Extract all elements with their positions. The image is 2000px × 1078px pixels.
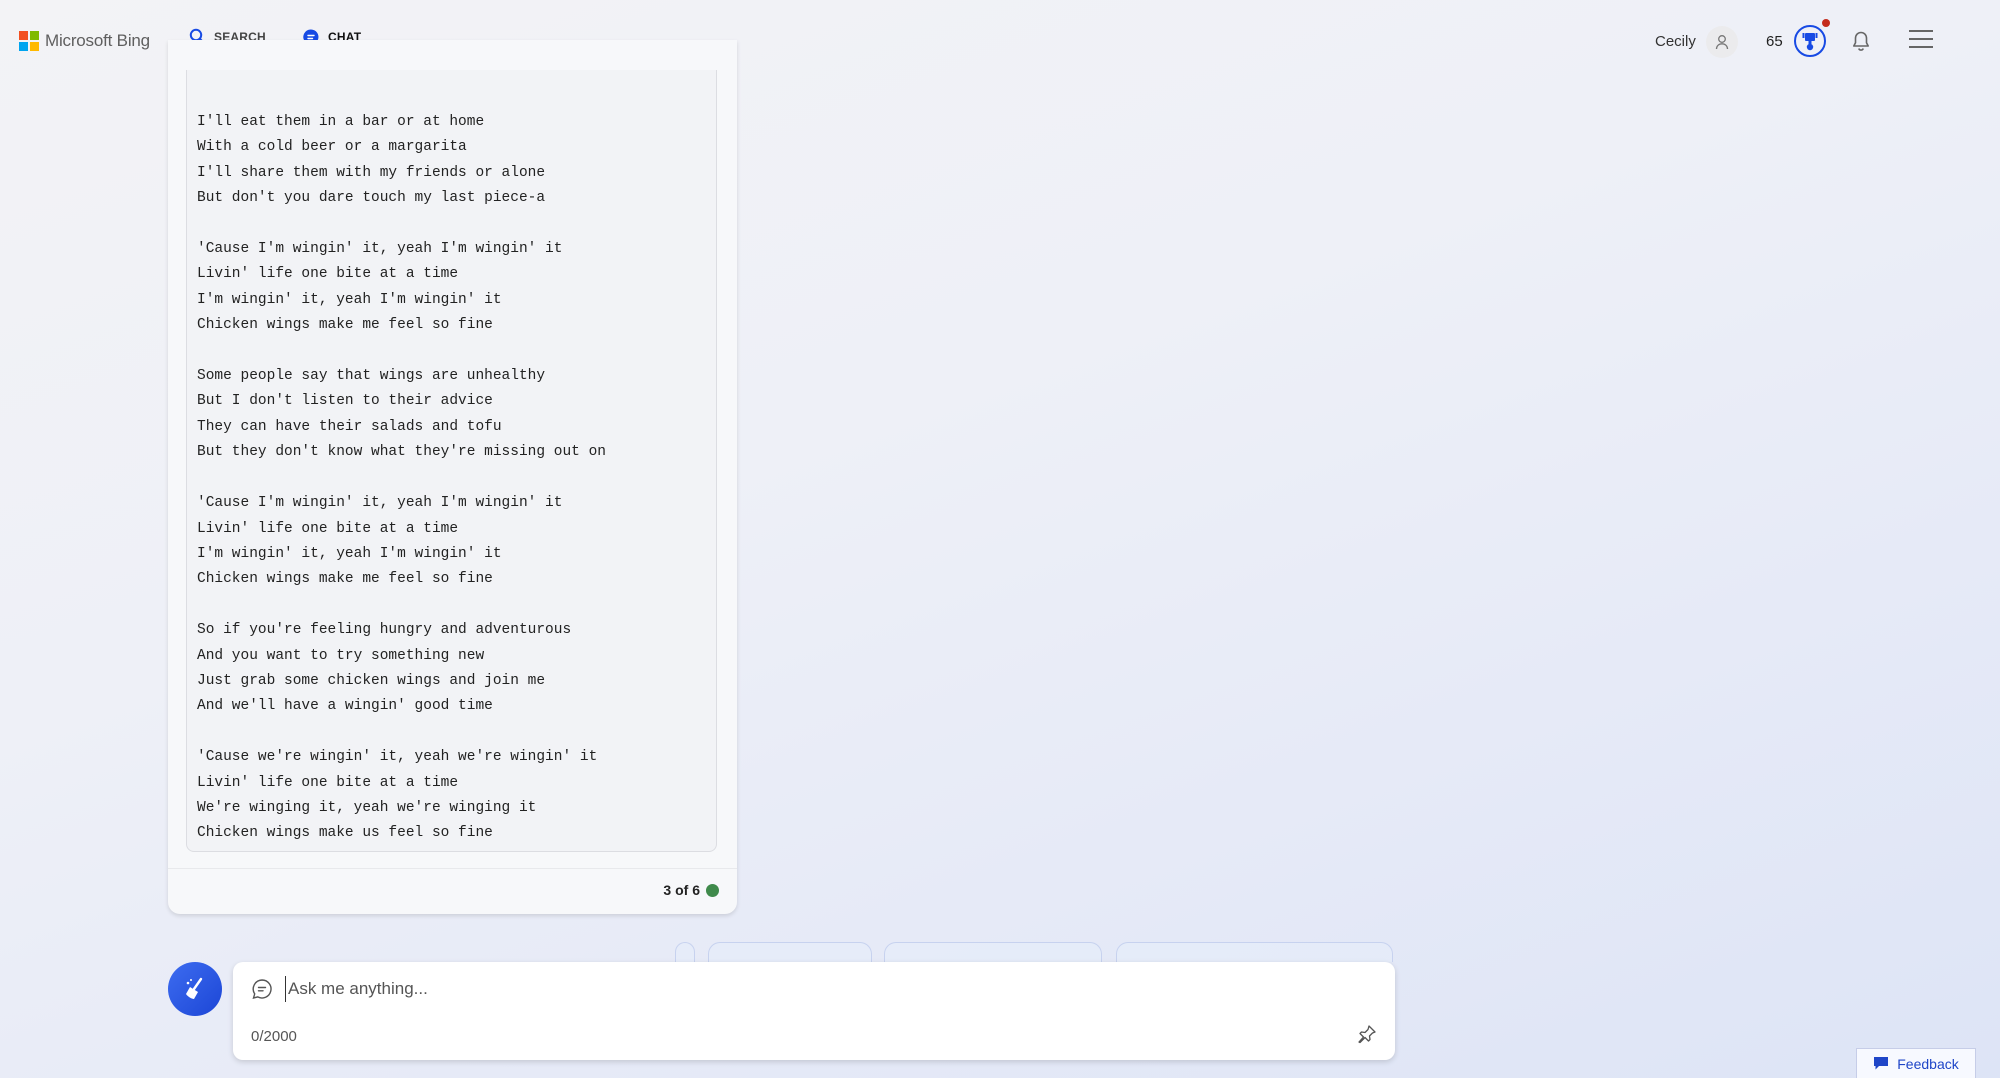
lyrics-line: They can have their salads and tofu [197,418,502,435]
bing-logo[interactable]: Microsoft Bing [19,31,150,51]
lyrics-line: I'm wingin' it, yeah I'm wingin' it [197,291,502,308]
lyrics-line: With a cold beer or a margarita [197,139,467,156]
feedback-button[interactable]: Feedback [1856,1048,1976,1078]
lyrics-line: 'Cause we're wingin' it, yeah we're wing… [197,749,598,766]
lyrics-blank-line [197,720,606,745]
lyrics-line: We're winging it, yeah we're winging it [197,799,537,816]
lyrics-line: And we'll have a wingin' good time [197,698,493,715]
lyrics-line: I'm wingin' it, yeah I'm wingin' it [197,545,502,562]
chat-response-card: I'll eat them in a bar or at home With a … [168,40,737,914]
person-icon [1715,35,1729,50]
response-counter-text: 3 of 6 [663,882,700,898]
lyrics-code-block: I'll eat them in a bar or at home With a … [186,70,717,852]
status-dot-icon [706,883,719,897]
logo-text: Microsoft Bing [45,31,150,50]
chat-bubble-icon [252,979,272,999]
microsoft-logo-icon [19,31,39,51]
lyrics-line: I'll eat them in a bar or at home [197,114,485,130]
character-count: 0/2000 [251,1028,297,1045]
lyrics-line: Chicken wings make me feel so fine [197,317,493,334]
user-name[interactable]: Cecily [1655,33,1696,50]
lyrics-text: I'll eat them in a bar or at home With a … [197,110,606,847]
suggestion-chip[interactable] [708,942,872,962]
card-divider [168,868,737,869]
lyrics-line: Livin' life one bite at a time [197,266,459,283]
lyrics-line: I'll share them with my friends or alone [197,164,546,181]
rewards-button[interactable] [1794,25,1826,57]
chat-input-box[interactable]: 0/2000 [233,962,1395,1060]
lyrics-line: So if you're feeling hungry and adventur… [197,622,572,639]
trophy-icon [1802,33,1818,51]
notifications-button[interactable] [1851,30,1871,57]
lyrics-line: Just grab some chicken wings and join me [197,672,546,689]
bell-icon [1853,31,1869,51]
lyrics-line: Chicken wings make us feel so fine [197,825,493,842]
new-topic-button[interactable] [168,962,222,1016]
notification-dot [1822,19,1830,27]
lyrics-line: But don't you dare touch my last piece-a [197,190,546,207]
lyrics-line: 'Cause I'm wingin' it, yeah I'm wingin' … [197,495,563,512]
broom-icon [186,977,203,999]
lyrics-blank-line [197,466,606,491]
ask-input[interactable] [285,976,1285,1002]
lyrics-line: 'Cause I'm wingin' it, yeah I'm wingin' … [197,241,563,258]
feedback-icon [1874,1057,1889,1070]
lyrics-blank-line [197,212,606,237]
lyrics-line: Some people say that wings are unhealthy [197,368,546,385]
pin-icon[interactable] [1357,1024,1377,1044]
rewards-points[interactable]: 65 [1766,33,1783,50]
response-counter: 3 of 6 [663,882,719,898]
suggestion-chip[interactable] [1116,942,1393,962]
lyrics-line: But I don't listen to their advice [197,393,493,410]
hamburger-menu-icon[interactable] [1909,30,1933,48]
avatar[interactable] [1706,26,1738,58]
lyrics-line: Livin' life one bite at a time [197,774,459,791]
lyrics-line: Chicken wings make me feel so fine [197,571,493,588]
lyrics-line: And you want to try something new [197,647,485,664]
suggestion-chip[interactable] [884,942,1102,962]
lyrics-line: But they don't know what they're missing… [197,444,606,461]
scroll-up-button[interactable] [675,942,695,962]
feedback-label: Feedback [1897,1055,1959,1072]
lyrics-blank-line [197,593,606,618]
lyrics-blank-line [197,339,606,364]
lyrics-line: Livin' life one bite at a time [197,520,459,537]
